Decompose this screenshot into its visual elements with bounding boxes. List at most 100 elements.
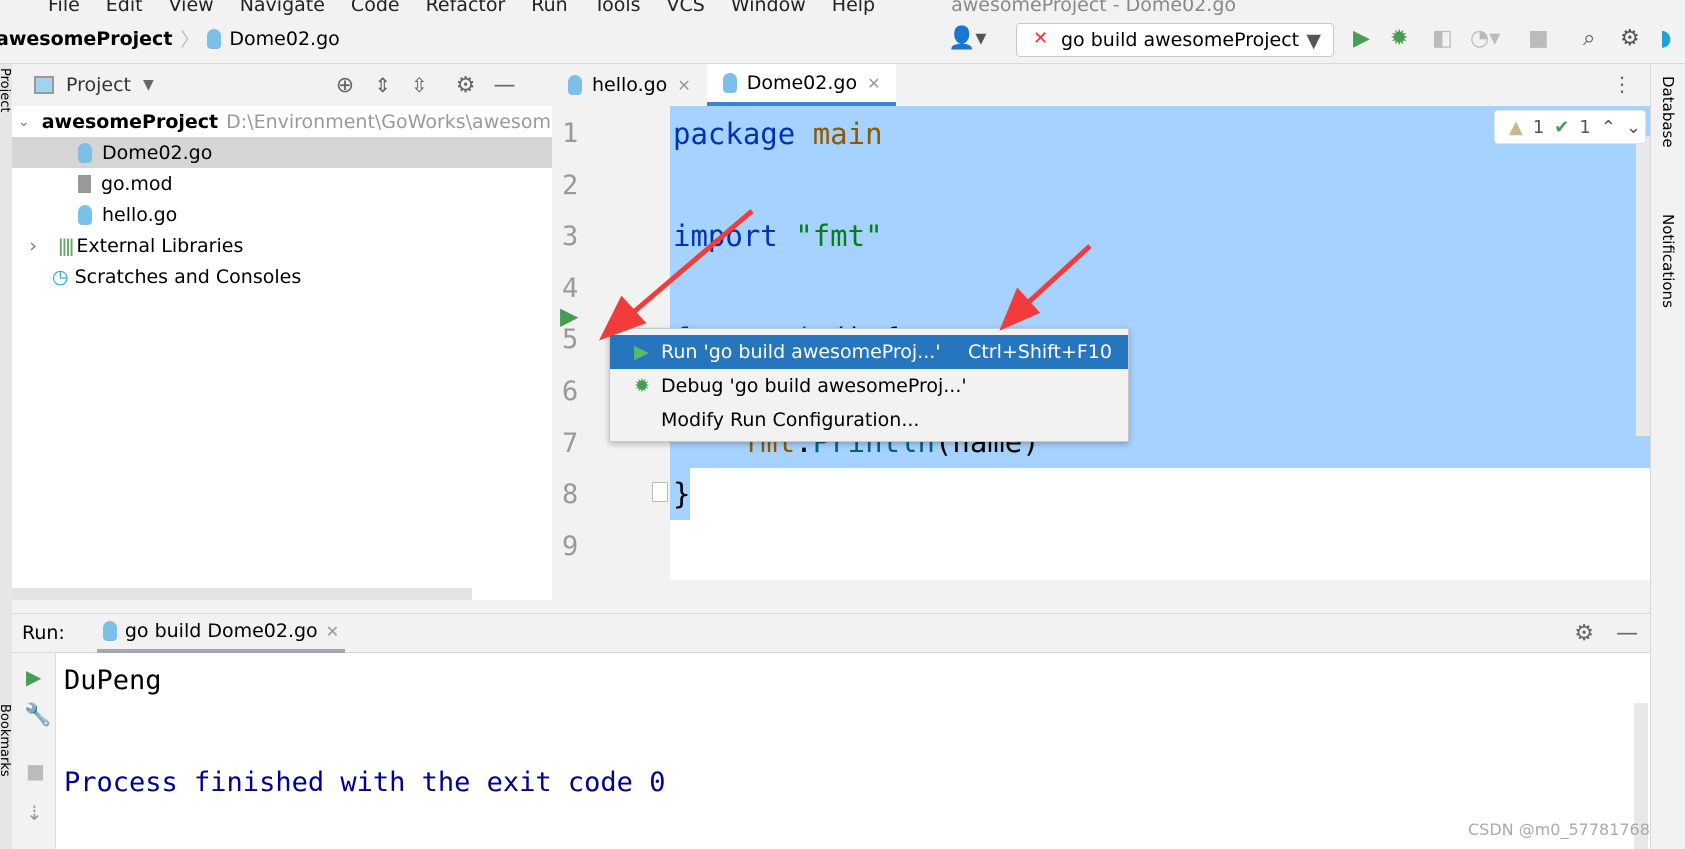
- project-path: D:\Environment\GoWorks\awesomeProject: [226, 110, 552, 133]
- menu-bar: File Edit View Navigate Code Refactor Ru…: [0, 0, 1685, 16]
- tree-item-awesomeproject[interactable]: ⌄ awesomeProject D:\Environment\GoWorks\…: [12, 106, 552, 137]
- menu-edit[interactable]: Edit: [106, 0, 143, 16]
- close-icon[interactable]: ✕: [326, 622, 339, 641]
- run-tab-label: go build Dome02.go: [124, 620, 318, 642]
- tree-item-scratches[interactable]: ◷ Scratches and Consoles: [12, 261, 552, 292]
- line-number: 2: [562, 169, 579, 201]
- menu-window[interactable]: Window: [731, 0, 806, 16]
- chevron-down-icon[interactable]: ▼: [143, 77, 154, 93]
- tab-label: Dome02.go: [746, 72, 858, 94]
- chevron-right-icon[interactable]: ›: [18, 235, 48, 257]
- line-number: 4: [562, 272, 579, 304]
- menu-item-modify-run-config[interactable]: Modify Run Configuration...: [610, 403, 1128, 437]
- menu-help[interactable]: Help: [832, 0, 875, 16]
- scroll-to-end-icon[interactable]: ⇣: [26, 801, 43, 825]
- locate-icon[interactable]: ⊕: [336, 73, 354, 98]
- code-line: }: [673, 477, 691, 511]
- database-tool-button[interactable]: Database: [1659, 76, 1677, 148]
- tab-dome02-go[interactable]: Dome02.go ✕: [706, 64, 897, 106]
- menu-code[interactable]: Code: [351, 0, 400, 16]
- go-file-icon: [568, 75, 582, 95]
- menu-item-shortcut: Ctrl+Shift+F10: [968, 341, 1112, 363]
- menu-vcs[interactable]: VCS: [667, 0, 705, 16]
- chevron-right-icon: 〉: [180, 29, 200, 51]
- line-number: 9: [562, 530, 579, 562]
- menu-item-label: Modify Run Configuration...: [661, 409, 920, 431]
- minimize-icon[interactable]: —: [494, 73, 516, 98]
- menu-refactor[interactable]: Refactor: [426, 0, 506, 16]
- go-file-icon: [78, 142, 92, 163]
- line-number: 6: [562, 376, 579, 407]
- gear-icon[interactable]: ⚙: [1574, 621, 1594, 646]
- tree-item-hello-go[interactable]: hello.go: [12, 199, 552, 230]
- tab-hello-go[interactable]: hello.go ✕: [552, 64, 707, 106]
- run-panel-label: Run:: [22, 622, 65, 644]
- menu-view[interactable]: View: [169, 0, 214, 16]
- gear-icon[interactable]: ⚙: [456, 73, 476, 98]
- wrench-icon[interactable]: 🔧: [24, 703, 51, 728]
- run-configuration-select[interactable]: ✕ go build awesomeProject ▼: [1016, 23, 1334, 57]
- project-tool-button[interactable]: Project: [0, 68, 12, 112]
- chevron-down-icon[interactable]: ⌄: [1626, 117, 1641, 138]
- breadcrumb-file[interactable]: Dome02.go: [229, 28, 339, 50]
- code-line: package main: [673, 117, 883, 151]
- gutter-run-icon[interactable]: ▶: [560, 302, 578, 330]
- project-view-selector[interactable]: Project: [66, 74, 131, 96]
- collapse-all-icon[interactable]: ⇳: [411, 73, 428, 97]
- debug-icon[interactable]: ✹: [1390, 26, 1408, 51]
- go-file-icon: [78, 204, 92, 225]
- watermark: CSDN @m0_57781768: [1468, 820, 1650, 839]
- bookmarks-tool-button[interactable]: Bookmarks: [0, 704, 12, 777]
- warning-count: 1: [1532, 116, 1545, 138]
- stop-icon[interactable]: ■: [1528, 26, 1549, 51]
- line-number: 1: [562, 118, 579, 149]
- go-run-icon: [102, 621, 117, 641]
- close-icon[interactable]: ✕: [677, 76, 690, 95]
- search-icon[interactable]: ⌕: [1583, 26, 1595, 51]
- menu-navigate[interactable]: Navigate: [240, 0, 325, 16]
- fold-icon[interactable]: [652, 482, 668, 502]
- menu-item-run[interactable]: ▶ Run 'go build awesomeProj...' Ctrl+Shift…: [610, 335, 1128, 369]
- inspection-widget[interactable]: ▲ 1 ✔ 1 ⌃ ⌄: [1494, 110, 1646, 144]
- project-tree: ⌄ awesomeProject D:\Environment\GoWorks\…: [12, 106, 552, 600]
- tree-item-label: hello.go: [102, 203, 178, 226]
- menu-file[interactable]: File: [48, 0, 80, 16]
- breadcrumb: awesomeProject 〉 Dome02.go: [0, 25, 340, 52]
- profile-icon[interactable]: ◔▾: [1470, 26, 1500, 51]
- tree-item-dome02-go[interactable]: Dome02.go: [12, 137, 552, 168]
- more-icon[interactable]: ⋮: [1594, 64, 1650, 106]
- minimize-icon[interactable]: —: [1616, 621, 1638, 646]
- breadcrumb-project[interactable]: awesomeProject: [0, 28, 172, 50]
- text-file-icon: [78, 174, 91, 193]
- horizontal-scrollbar[interactable]: [12, 588, 472, 600]
- expand-all-icon[interactable]: ⇕: [374, 73, 391, 97]
- line-number: 7: [562, 427, 579, 459]
- editor-tabs: hello.go ✕ Dome02.go ✕ ⋮: [552, 64, 1650, 106]
- console-exit-line: Process finished with the exit code 0: [64, 767, 666, 798]
- tree-item-go-mod[interactable]: go.mod: [12, 168, 552, 199]
- stop-icon[interactable]: ■: [26, 759, 45, 783]
- notifications-tool-button[interactable]: Notifications: [1659, 214, 1677, 308]
- tree-item-external-libraries[interactable]: › ǀǀǀǀ External Libraries: [12, 230, 552, 261]
- chevron-up-icon[interactable]: ⌃: [1601, 117, 1616, 138]
- gear-icon[interactable]: ⚙: [1620, 26, 1640, 51]
- menu-tools[interactable]: Tools: [594, 0, 641, 16]
- chevron-down-icon[interactable]: ⌄: [18, 114, 30, 130]
- tree-item-label: go.mod: [101, 172, 173, 195]
- coverage-icon[interactable]: ◧: [1432, 26, 1453, 51]
- console-output[interactable]: DuPeng Process finished with the exit co…: [56, 653, 1650, 849]
- warning-icon: ▲: [1509, 116, 1523, 138]
- vertical-scrollbar[interactable]: [1636, 136, 1650, 436]
- right-tool-strip: Database Notifications: [1650, 64, 1685, 849]
- menu-item-debug[interactable]: ✹ Debug 'go build awesomeProj...': [610, 369, 1128, 403]
- close-icon[interactable]: ✕: [867, 74, 880, 93]
- tree-item-label: Dome02.go: [102, 141, 213, 164]
- run-icon[interactable]: ▶: [1353, 26, 1370, 51]
- go-file-icon: [722, 73, 737, 93]
- user-icon[interactable]: 👤▾: [948, 26, 986, 51]
- toolbox-logo-icon[interactable]: ◗: [1660, 26, 1672, 51]
- run-tab[interactable]: go build Dome02.go ✕: [96, 613, 346, 653]
- typo-count: 1: [1579, 116, 1591, 138]
- rerun-icon[interactable]: ▶: [26, 665, 41, 689]
- menu-run[interactable]: Run: [531, 0, 567, 16]
